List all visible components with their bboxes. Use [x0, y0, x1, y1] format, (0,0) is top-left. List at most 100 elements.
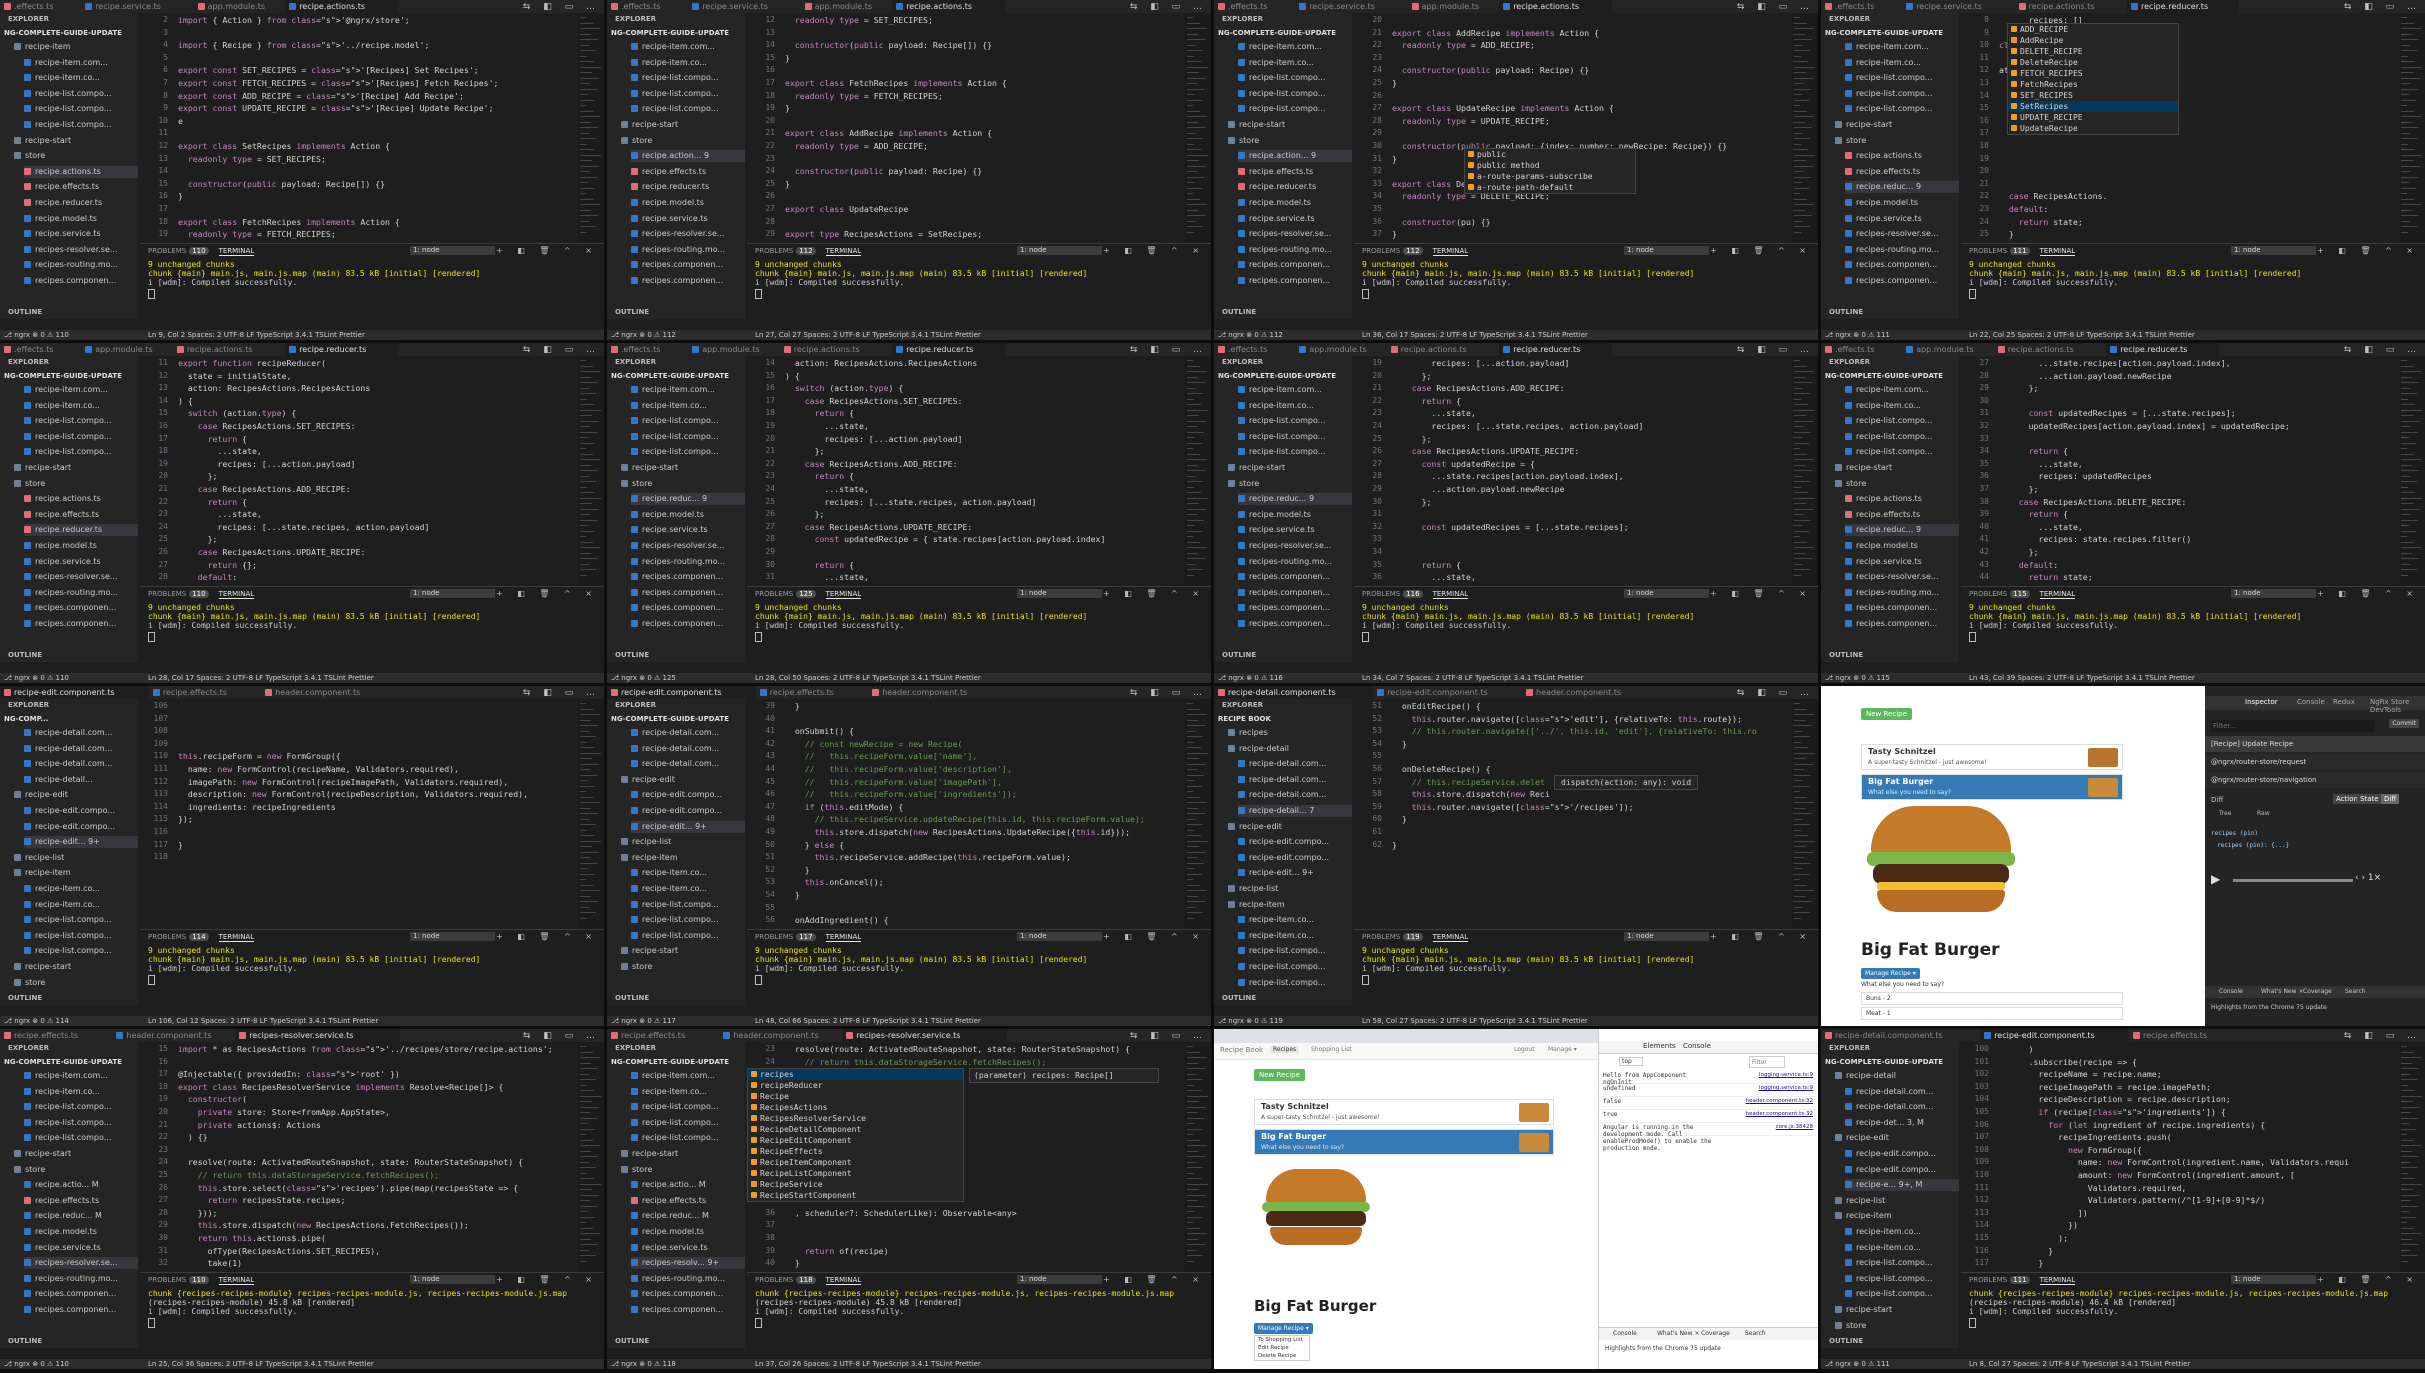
terminal-tab[interactable]: TERMINAL — [1432, 247, 1469, 256]
sidebar-file[interactable]: recipe.action... 9 — [1238, 150, 1352, 163]
terminal-tab[interactable]: TERMINAL — [2039, 1276, 2076, 1285]
sidebar-file[interactable]: recipe.model.ts — [631, 1226, 745, 1238]
sidebar-file[interactable]: recipes-routing.mo... — [24, 587, 138, 599]
sidebar-file[interactable]: recipe.effects.ts — [24, 181, 138, 193]
autocomplete-item[interactable]: RecipeService — [748, 1179, 963, 1190]
sidebar-file[interactable]: recipe.actions.ts — [1845, 150, 1959, 162]
sidebar-file[interactable]: recipe.effects.ts — [631, 1195, 745, 1207]
sidebar-file[interactable]: recipe-list.compo... — [1845, 446, 1959, 458]
sidebar-file[interactable]: recipe.reduc... M — [631, 1210, 745, 1222]
terminal-selector[interactable]: 1: node — [2231, 1275, 2316, 1284]
sidebar-folder[interactable]: store — [14, 1164, 138, 1176]
drawer-tab[interactable]: Console — [2219, 988, 2243, 995]
code-editor[interactable]: 14 action: RecipesActions.RecipesActions… — [747, 356, 1211, 586]
project-name[interactable]: NG-COMPLETE-GUIDE-UPDATE — [611, 29, 729, 37]
sidebar-folder[interactable]: recipe-edit — [1835, 1132, 1959, 1144]
sidebar-file[interactable]: recipes-routing.mo... — [1238, 244, 1352, 256]
sidebar-file[interactable]: recipe-list.compo... — [1845, 72, 1959, 84]
sidebar-file[interactable]: recipes-routing.mo... — [1238, 556, 1352, 568]
sidebar-file[interactable]: recipes-routing.mo... — [631, 556, 745, 568]
sidebar-file[interactable]: recipe-list.compo... — [631, 415, 745, 427]
problems-tab[interactable]: PROBLEMS — [148, 1276, 186, 1284]
sidebar-file[interactable]: recipe-item.co... — [1845, 57, 1959, 69]
terminal-tab[interactable]: TERMINAL — [825, 933, 862, 942]
recipe-list-item[interactable]: Big Fat Burger What else you need to say? — [1254, 1129, 1554, 1155]
sidebar-file[interactable]: recipe-item.co... — [631, 400, 745, 412]
sidebar-file[interactable]: recipes.componen... — [631, 571, 745, 583]
sidebar-folder[interactable]: recipe-edit — [14, 789, 138, 801]
drawer-tab[interactable]: Search — [2345, 988, 2366, 995]
editor-tab[interactable]: recipe.reducer.ts — [1499, 343, 1612, 356]
code-editor[interactable]: 12 readonly type = SET_RECIPES; 13 14 cons… — [747, 13, 1211, 243]
sidebar-file[interactable]: recipe.reduc... 9 — [1845, 181, 1959, 194]
sidebar-file[interactable]: recipe-edit.compo... — [1845, 1148, 1959, 1160]
status-branch[interactable]: ⎇ ngrx ⊗ 0 ⚠ 112 — [611, 330, 676, 340]
status-position[interactable]: Ln 27, Col 27 Spaces: 2 UTF-8 LF TypeScr… — [755, 330, 981, 340]
project-name[interactable]: NG-COMPLETE-GUIDE-UPDATE — [1825, 1058, 1943, 1066]
terminal-tab[interactable]: TERMINAL — [218, 933, 255, 942]
editor-tab[interactable]: .effects.ts — [1214, 343, 1295, 356]
editor-tab[interactable]: recipe.actions.ts — [1387, 343, 1499, 356]
panel-actions[interactable]: + ◧ 🗑 ^ × — [496, 246, 598, 255]
terminal-tab[interactable]: TERMINAL — [1432, 933, 1469, 942]
status-branch[interactable]: ⎇ ngrx ⊗ 0 ⚠ 110 — [4, 673, 69, 683]
status-branch[interactable]: ⎇ ngrx ⊗ 0 ⚠ 111 — [1825, 330, 1890, 340]
sidebar-folder[interactable]: recipe-start — [14, 462, 138, 474]
project-name[interactable]: RECIPE BOOK — [1218, 715, 1271, 723]
minimap[interactable] — [1185, 1042, 1211, 1272]
terminal-tab[interactable]: TERMINAL — [1432, 590, 1469, 599]
autocomplete-item[interactable]: SetRecipes — [2008, 101, 2178, 112]
sidebar-file[interactable]: recipe.reducer.ts — [631, 181, 745, 193]
terminal-selector[interactable]: 1: node — [1017, 1275, 1102, 1284]
sidebar-file[interactable]: recipe-item.co... — [1238, 930, 1352, 942]
console-source-link[interactable]: header.component.ts:32 — [1746, 1098, 1813, 1104]
sidebar-file[interactable]: recipes-resolver.se... — [631, 228, 745, 240]
autocomplete-item[interactable]: RecipeDetailComponent — [748, 1124, 963, 1135]
problems-tab[interactable]: PROBLEMS — [148, 590, 186, 598]
sidebar-file[interactable]: recipe-item.com... — [1845, 384, 1959, 396]
sidebar-file[interactable]: recipe-detail.com... — [1238, 758, 1352, 770]
sidebar-file[interactable]: recipe.model.ts — [631, 197, 745, 209]
console-context-select[interactable]: top — [1619, 1057, 1643, 1066]
manage-recipe-button[interactable]: Manage Recipe ▾ — [1861, 968, 1920, 979]
sidebar-file[interactable]: recipe-edit... 9+ — [631, 820, 745, 833]
new-recipe-button[interactable]: New Recipe — [1254, 1069, 1305, 1081]
project-name[interactable]: NG-COMPLETE-GUIDE-UPDATE — [1218, 372, 1336, 380]
status-position[interactable]: Ln 37, Col 26 Spaces: 2 UTF-8 LF TypeScr… — [755, 1359, 981, 1369]
sidebar-file[interactable]: recipe.action... 9 — [631, 150, 745, 163]
sidebar-file[interactable]: recipe-item.com... — [24, 57, 138, 69]
sidebar-file[interactable]: recipe.reduc... 9 — [1238, 493, 1352, 506]
editor-tab[interactable]: recipe.reducer.ts — [892, 343, 1005, 356]
state-view-tab[interactable]: State — [2357, 794, 2382, 804]
state-tree-node[interactable]: recipes (pin) — [2211, 830, 2258, 837]
status-position[interactable]: Ln 36, Col 17 Spaces: 2 UTF-8 LF TypeScr… — [1362, 330, 1588, 340]
editor-tab[interactable]: .effects.ts — [1214, 0, 1295, 13]
new-recipe-button[interactable]: New Recipe — [1861, 708, 1912, 720]
sidebar-file[interactable]: recipe-list.compo... — [1845, 88, 1959, 100]
sidebar-file[interactable]: recipes.componen... — [1238, 618, 1352, 630]
sidebar-file[interactable]: recipes.componen... — [1238, 571, 1352, 583]
status-position[interactable]: Ln 106, Col 12 Spaces: 2 UTF-8 LF TypeSc… — [148, 1016, 378, 1026]
sidebar-file[interactable]: recipe-list.compo... — [631, 899, 745, 911]
sidebar-file[interactable]: recipe-item.co... — [24, 1086, 138, 1098]
editor-tab[interactable]: recipe.service.ts — [1902, 0, 2014, 13]
sidebar-file[interactable]: recipe.service.ts — [24, 556, 138, 568]
sidebar-folder[interactable]: store — [621, 478, 745, 490]
sidebar-file[interactable]: recipe-list.compo... — [1238, 977, 1352, 989]
editor-tab[interactable]: header.component.ts — [112, 1029, 235, 1042]
terminal-tab[interactable]: TERMINAL — [218, 247, 255, 256]
code-editor[interactable]: 11 export function recipeReducer(12 state… — [140, 356, 604, 586]
recipe-list-item[interactable]: Big Fat Burger What else you need to say? — [1861, 774, 2123, 800]
editor-tab[interactable]: .effects.ts — [607, 343, 688, 356]
editor-tab[interactable]: recipe-edit.component.ts — [1980, 1029, 2129, 1042]
status-position[interactable]: Ln 25, Col 36 Spaces: 2 UTF-8 LF TypeScr… — [148, 1359, 374, 1369]
sidebar-file[interactable]: recipe.reducer.ts — [24, 197, 138, 209]
sidebar-folder[interactable]: recipes — [1228, 727, 1352, 739]
editor-tab[interactable]: recipe.effects.ts — [2129, 1029, 2241, 1042]
autocomplete-item[interactable]: RecipeListComponent — [748, 1168, 963, 1179]
sidebar-file[interactable]: recipe-item.co... — [24, 883, 138, 895]
panel-actions[interactable]: + ◧ 🗑 ^ × — [496, 1275, 598, 1284]
sidebar-file[interactable]: recipe-list.compo... — [24, 1132, 138, 1144]
terminal-tab[interactable]: TERMINAL — [825, 590, 862, 599]
sidebar-folder[interactable]: recipe-list — [621, 836, 745, 848]
